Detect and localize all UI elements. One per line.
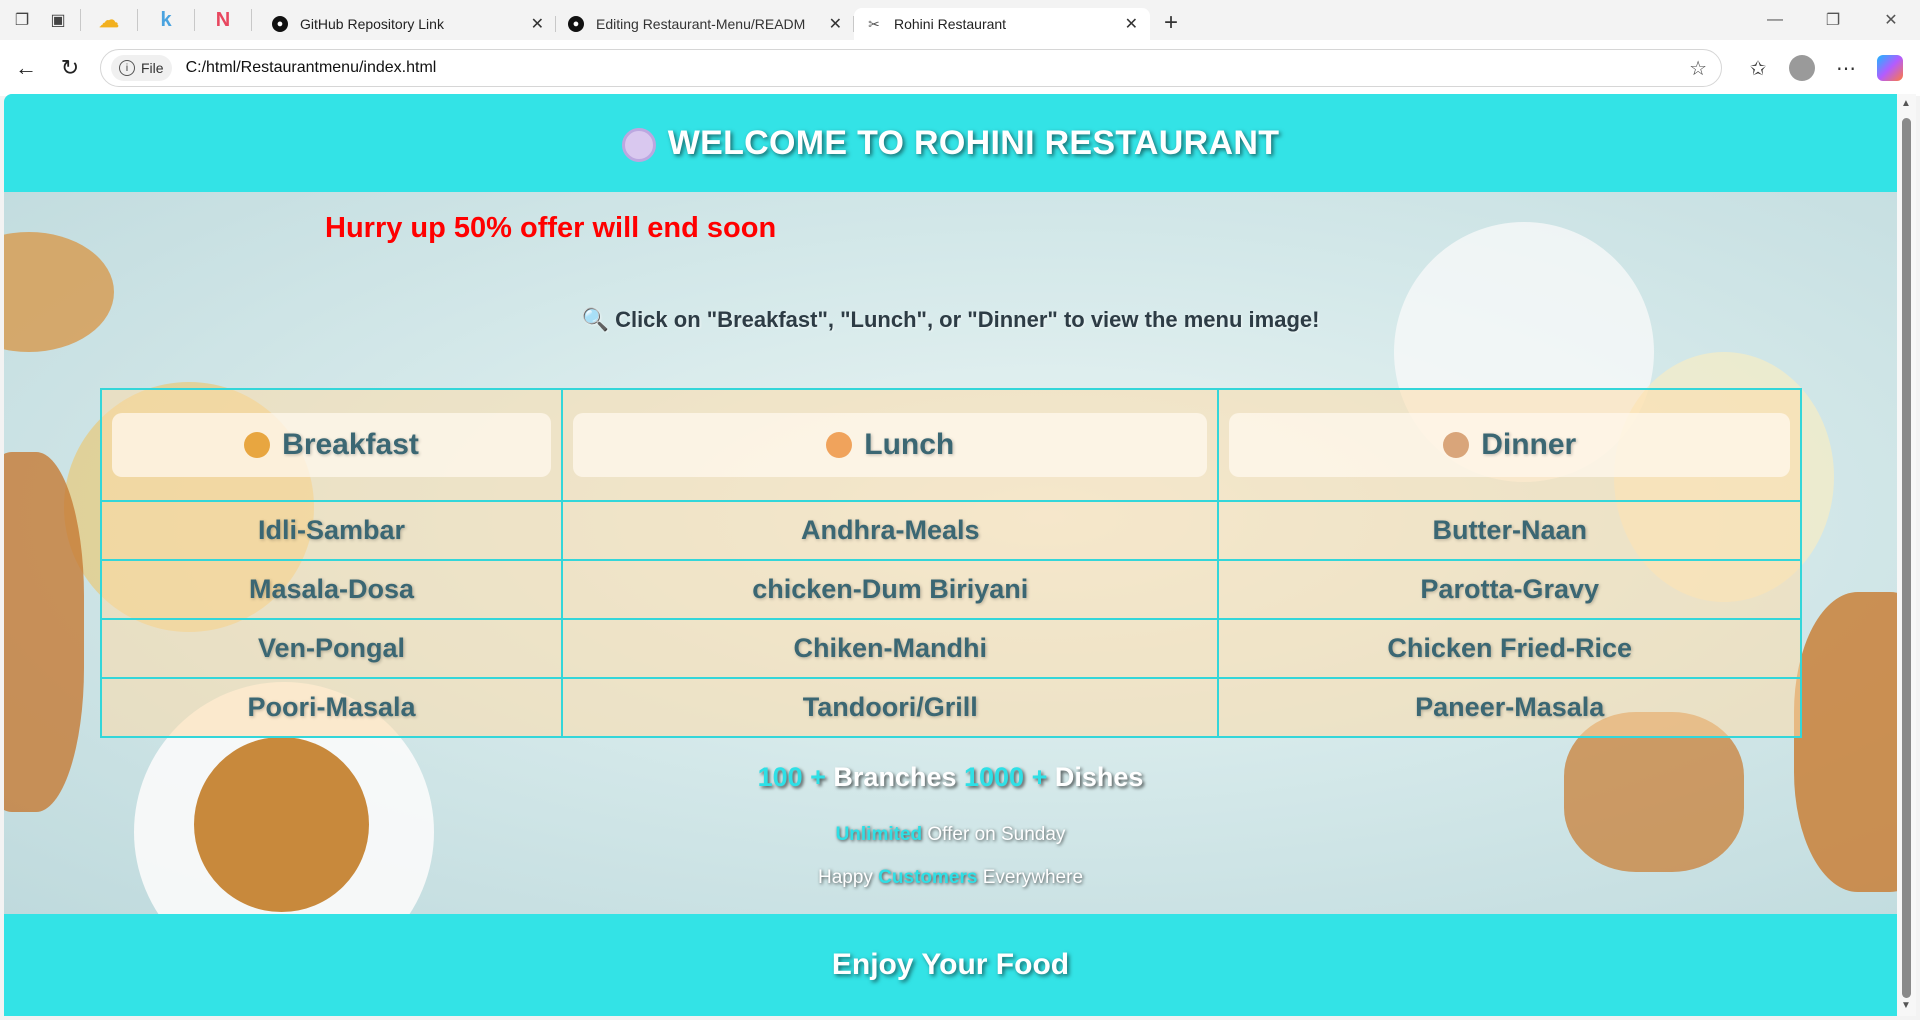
menu-table: Breakfast Lunch Dinner Idli-Sambar Andhr… bbox=[99, 388, 1802, 738]
breakfast-header: Breakfast bbox=[99, 388, 564, 502]
divider bbox=[137, 9, 138, 31]
pancake-icon bbox=[244, 432, 271, 458]
highlight-text: Unlimited bbox=[835, 824, 923, 845]
tab-title: GitHub Repository Link bbox=[300, 16, 444, 32]
divider bbox=[80, 9, 81, 31]
close-icon[interactable]: ✕ bbox=[531, 14, 544, 34]
restore-icon[interactable]: ❐ bbox=[1804, 0, 1862, 40]
menu-item: Paneer-Masala bbox=[1217, 677, 1802, 738]
magnifier-icon: 🔍 bbox=[581, 307, 609, 332]
lunch-button[interactable]: Lunch bbox=[573, 413, 1208, 477]
menu-item: Chiken-Mandhi bbox=[561, 618, 1220, 679]
plain-text: Everywhere bbox=[982, 867, 1084, 888]
info-icon: i bbox=[119, 60, 135, 76]
footer-banner: Enjoy Your Food bbox=[4, 914, 1897, 1016]
close-icon[interactable]: ✕ bbox=[829, 14, 842, 34]
header-banner: WELCOME TO ROHINI RESTAURANT bbox=[4, 94, 1897, 192]
tab-editing-readme[interactable]: ● Editing Restaurant-Menu/READM ✕ bbox=[556, 8, 854, 40]
workspaces-icon[interactable]: ❐ bbox=[8, 6, 36, 34]
back-icon[interactable]: ← bbox=[8, 50, 44, 86]
restaurant-icon: ✂ bbox=[868, 15, 880, 32]
url-text: C:/html/Restaurantmenu/index.html bbox=[185, 59, 437, 76]
instruction-text: 🔍 Click on "Breakfast", "Lunch", or "Din… bbox=[581, 307, 1320, 332]
sunday-offer-line: Unlimited Offer on Sunday bbox=[4, 824, 1897, 846]
menu-item: Masala-Dosa bbox=[99, 559, 564, 620]
tab-github-link[interactable]: ● GitHub Repository Link ✕ bbox=[260, 8, 556, 40]
new-tab-icon[interactable]: + bbox=[1164, 9, 1178, 37]
menu-item: Butter-Naan bbox=[1217, 500, 1802, 561]
table-row: Ven-Pongal Chiken-Mandhi Chicken Fried-R… bbox=[99, 618, 1802, 679]
favorite-star-icon[interactable]: ☆ bbox=[1689, 56, 1707, 81]
menu-header-row: Breakfast Lunch Dinner bbox=[99, 388, 1802, 502]
pinned-tab-n[interactable]: N bbox=[203, 9, 243, 32]
favorites-icon[interactable]: ✩ bbox=[1736, 50, 1780, 86]
page-title: WELCOME TO ROHINI RESTAURANT bbox=[621, 124, 1280, 163]
tab-title: Editing Restaurant-Menu/READM bbox=[596, 16, 806, 32]
dishes-label: Dishes bbox=[1054, 762, 1144, 792]
github-icon: ● bbox=[568, 16, 584, 32]
site-info-chip[interactable]: i File bbox=[111, 55, 172, 81]
footer-text: Enjoy Your Food bbox=[831, 948, 1070, 981]
plate-icon bbox=[621, 127, 656, 162]
dishes-count: 1000 + bbox=[964, 762, 1048, 792]
scroll-down-icon[interactable]: ▼ bbox=[1901, 1000, 1911, 1011]
minimize-icon[interactable]: — bbox=[1746, 0, 1804, 40]
noodle-bowl-icon bbox=[1443, 432, 1470, 458]
menu-item: Andhra-Meals bbox=[561, 500, 1220, 561]
menu-item: chicken-Dum Biriyani bbox=[561, 559, 1220, 620]
scroll-thumb[interactable] bbox=[1902, 118, 1911, 998]
stats-line: 100 + Branches 1000 + Dishes bbox=[4, 762, 1897, 793]
plain-text: Offer on Sunday bbox=[927, 824, 1066, 845]
offer-banner: Hurry up 50% offer will end soon bbox=[325, 212, 777, 244]
divider bbox=[251, 9, 252, 31]
window-controls: — ❐ ✕ bbox=[1746, 0, 1920, 40]
more-menu-icon[interactable]: ⋯ bbox=[1824, 50, 1868, 86]
divider bbox=[194, 9, 195, 31]
menu-item: Poori-Masala bbox=[99, 677, 564, 738]
menu-item: Ven-Pongal bbox=[99, 618, 564, 679]
branches-count: 100 + bbox=[757, 762, 826, 792]
pinned-tab-k[interactable]: k bbox=[146, 9, 186, 32]
table-row: Poori-Masala Tandoori/Grill Paneer-Masal… bbox=[99, 677, 1802, 738]
menu-item: Chicken Fried-Rice bbox=[1217, 618, 1802, 679]
close-window-icon[interactable]: ✕ bbox=[1862, 0, 1920, 40]
page-viewport: WELCOME TO ROHINI RESTAURANT Hurry up 50… bbox=[4, 94, 1897, 1016]
url-field[interactable]: i File C:/html/Restaurantmenu/index.html… bbox=[100, 49, 1722, 87]
curry-icon bbox=[826, 432, 853, 458]
table-row: Masala-Dosa chicken-Dum Biriyani Parotta… bbox=[99, 559, 1802, 620]
copilot-icon[interactable] bbox=[1877, 55, 1903, 81]
profile-avatar[interactable] bbox=[1789, 55, 1815, 81]
branches-label: Branches bbox=[833, 762, 957, 792]
customers-line: Happy Customers Everywhere bbox=[4, 867, 1897, 889]
table-row: Idli-Sambar Andhra-Meals Butter-Naan bbox=[99, 500, 1802, 561]
toolbar-icons: ✩ ⋯ bbox=[1736, 50, 1903, 86]
breakfast-button[interactable]: Breakfast bbox=[112, 413, 552, 477]
github-icon: ● bbox=[272, 16, 288, 32]
address-bar: ← ↻ i File C:/html/Restaurantmenu/index.… bbox=[0, 40, 1920, 96]
tab-rohini-restaurant[interactable]: ✂ Rohini Restaurant ✕ bbox=[854, 8, 1150, 40]
menu-item: Tandoori/Grill bbox=[561, 677, 1220, 738]
highlight-text: Customers bbox=[878, 867, 978, 888]
file-label: File bbox=[141, 60, 164, 76]
vertical-scrollbar[interactable]: ▲ ▼ bbox=[1897, 94, 1916, 1016]
menu-item: Parotta-Gravy bbox=[1217, 559, 1802, 620]
menu-item: Idli-Sambar bbox=[99, 500, 564, 561]
reload-icon[interactable]: ↻ bbox=[52, 50, 88, 86]
close-icon[interactable]: ✕ bbox=[1125, 14, 1138, 34]
dinner-header: Dinner bbox=[1217, 388, 1802, 502]
tab-title: Rohini Restaurant bbox=[894, 16, 1007, 32]
plain-text: Happy bbox=[817, 867, 873, 888]
tab-strip: ❐ ▣ ☁ k N ● GitHub Repository Link ✕ ● E… bbox=[0, 0, 1920, 40]
lunch-header: Lunch bbox=[561, 388, 1220, 502]
dinner-button[interactable]: Dinner bbox=[1229, 413, 1790, 477]
pinned-tab-drive[interactable]: ☁ bbox=[89, 8, 129, 33]
tab-actions-icon[interactable]: ▣ bbox=[44, 6, 72, 34]
scroll-up-icon[interactable]: ▲ bbox=[1901, 98, 1911, 109]
